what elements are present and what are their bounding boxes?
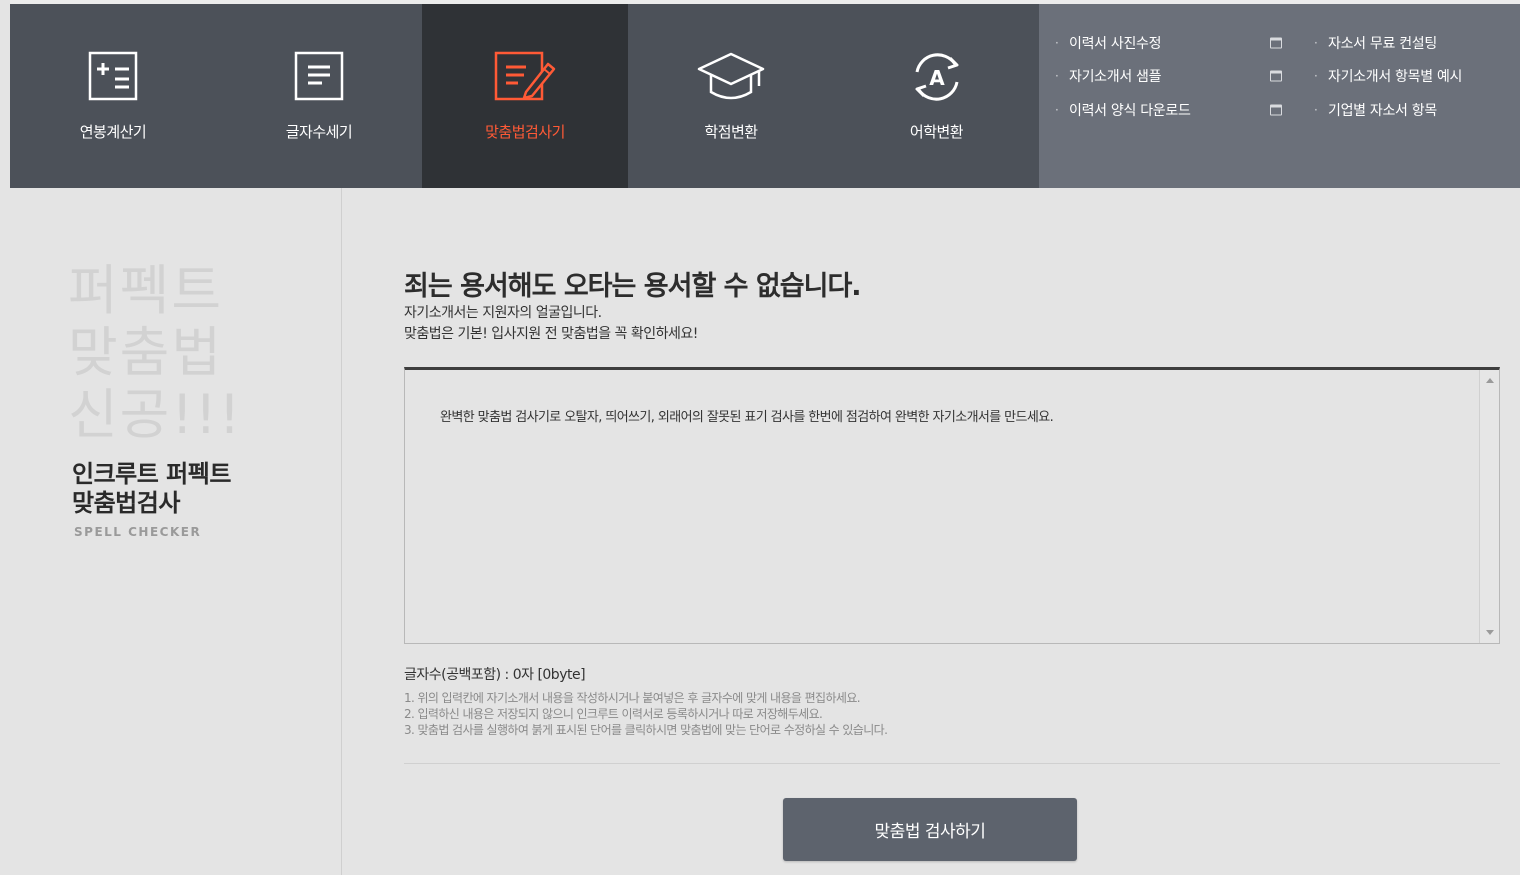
quick-link-photo-edit[interactable]: · 이력서 사진수정: [1055, 26, 1298, 60]
divider: [404, 763, 1500, 764]
description-line: 자기소개서는 지원자의 얼굴입니다.: [404, 305, 602, 321]
edit-document-icon: [489, 50, 561, 110]
scroll-up-arrow-icon[interactable]: [1486, 378, 1494, 383]
spell-check-textarea[interactable]: 완벽한 맞춤법 검사기로 오탈자, 띄어쓰기, 외래어의 잘못된 표기 검사를 …: [404, 367, 1500, 644]
subtitle-line: 인크루트 퍼펙트: [72, 460, 231, 488]
tab-language-converter[interactable]: A 어학변환: [834, 4, 1039, 188]
bullet-icon: ·: [1055, 102, 1059, 117]
bullet-icon: ·: [1314, 102, 1318, 117]
document-icon: [283, 50, 355, 110]
spell-check-button[interactable]: 맞춤법 검사하기: [783, 798, 1077, 861]
tool-tabs: 연봉계산기 글자수세기 맞춤법검사기 학점변환 A 어학변환: [10, 4, 1039, 188]
bullet-icon: ·: [1314, 69, 1318, 84]
quick-link-item-examples[interactable]: · 자기소개서 항목별 예시: [1314, 60, 1520, 94]
graduation-cap-icon: [695, 50, 767, 110]
tab-label: 연봉계산기: [79, 123, 147, 141]
svg-text:A: A: [929, 66, 945, 90]
sidebar-english-title: SPELL CHECKER: [74, 525, 202, 539]
quick-links-column: · 이력서 사진수정 · 자기소개서 샘플 · 이력서 양식 다운로드: [1039, 26, 1298, 188]
usage-note: 2. 입력하신 내용은 저장되지 않으니 인크루트 이력서로 등록하시거나 따로…: [404, 707, 823, 721]
main-content: 죄는 용서해도 오타는 용서할 수 없습니다. 자기소개서는 지원자의 얼굴입니…: [404, 188, 1500, 875]
new-window-icon: [1270, 70, 1282, 82]
tab-label: 글자수세기: [285, 123, 353, 141]
usage-note: 1. 위의 입력칸에 자기소개서 내용을 작성하시거나 붙여넣은 후 글자수에 …: [404, 691, 861, 705]
quick-links: · 이력서 사진수정 · 자기소개서 샘플 · 이력서 양식 다운로드 · 자소…: [1039, 4, 1520, 188]
new-window-icon: [1270, 37, 1282, 49]
sidebar-big-title: 퍼펙트 맞춤법 신공!!!: [68, 260, 242, 446]
new-window-icon: [1270, 104, 1282, 116]
big-title-line: 퍼펙트: [68, 259, 224, 322]
scroll-down-arrow-icon[interactable]: [1486, 630, 1494, 635]
page-headline: 죄는 용서해도 오타는 용서할 수 없습니다.: [404, 271, 862, 302]
left-strip: [0, 0, 10, 875]
tab-salary-calculator[interactable]: 연봉계산기: [10, 4, 216, 188]
quick-link-label: 자기소개서 항목별 예시: [1328, 69, 1463, 86]
quick-link-cover-letter-sample[interactable]: · 자기소개서 샘플: [1055, 60, 1298, 94]
description-line: 맞춤법은 기본! 입사지원 전 맞춤법을 꼭 확인하세요!: [404, 326, 698, 342]
quick-link-resume-download[interactable]: · 이력서 양식 다운로드: [1055, 93, 1298, 127]
sidebar-subtitle: 인크루트 퍼펙트 맞춤법검사: [72, 460, 231, 518]
tab-label: 맞춤법검사기: [485, 123, 565, 141]
tab-character-counter[interactable]: 글자수세기: [216, 4, 422, 188]
quick-link-label: 자소서 무료 컨설팅: [1328, 35, 1437, 52]
usage-notes: 1. 위의 입력칸에 자기소개서 내용을 작성하시거나 붙여넣은 후 글자수에 …: [404, 690, 888, 738]
calculator-icon: [77, 50, 149, 110]
language-convert-icon: A: [901, 50, 973, 110]
bullet-icon: ·: [1055, 69, 1059, 84]
tab-gpa-converter[interactable]: 학점변환: [628, 4, 834, 188]
quick-link-label: 이력서 양식 다운로드: [1069, 102, 1191, 119]
quick-link-company-items[interactable]: · 기업별 자소서 항목: [1314, 93, 1520, 127]
textarea-text: 완벽한 맞춤법 검사기로 오탈자, 띄어쓰기, 외래어의 잘못된 표기 검사를 …: [440, 410, 1054, 425]
big-title-line: 맞춤법: [68, 321, 224, 384]
quick-link-label: 이력서 사진수정: [1069, 35, 1162, 52]
character-counter: 글자수(공백포함) : 0자 [0byte]: [404, 667, 586, 683]
top-navigation: 연봉계산기 글자수세기 맞춤법검사기 학점변환 A 어학변환 · 이력서 사진수…: [10, 4, 1520, 188]
sidebar: 퍼펙트 맞춤법 신공!!! 인크루트 퍼펙트 맞춤법검사 SPELL CHECK…: [10, 188, 342, 875]
bullet-icon: ·: [1055, 35, 1059, 50]
subtitle-line: 맞춤법검사: [72, 489, 180, 517]
tab-label: 어학변환: [909, 123, 964, 141]
quick-links-column: · 자소서 무료 컨설팅 · 자기소개서 항목별 예시 · 기업별 자소서 항목: [1298, 26, 1520, 188]
quick-link-free-consulting[interactable]: · 자소서 무료 컨설팅: [1314, 26, 1520, 60]
tab-label: 학점변환: [704, 123, 758, 141]
usage-note: 3. 맞춤법 검사를 실행하여 붉게 표시된 단어를 클릭하시면 맞춤법에 맞는…: [404, 723, 888, 737]
tab-spell-checker[interactable]: 맞춤법검사기: [422, 4, 628, 188]
bullet-icon: ·: [1314, 35, 1318, 50]
textarea-scrollbar[interactable]: [1479, 370, 1499, 643]
big-title-line: 신공!!!: [68, 383, 243, 446]
quick-link-label: 자기소개서 샘플: [1069, 69, 1162, 86]
quick-link-label: 기업별 자소서 항목: [1328, 102, 1437, 119]
